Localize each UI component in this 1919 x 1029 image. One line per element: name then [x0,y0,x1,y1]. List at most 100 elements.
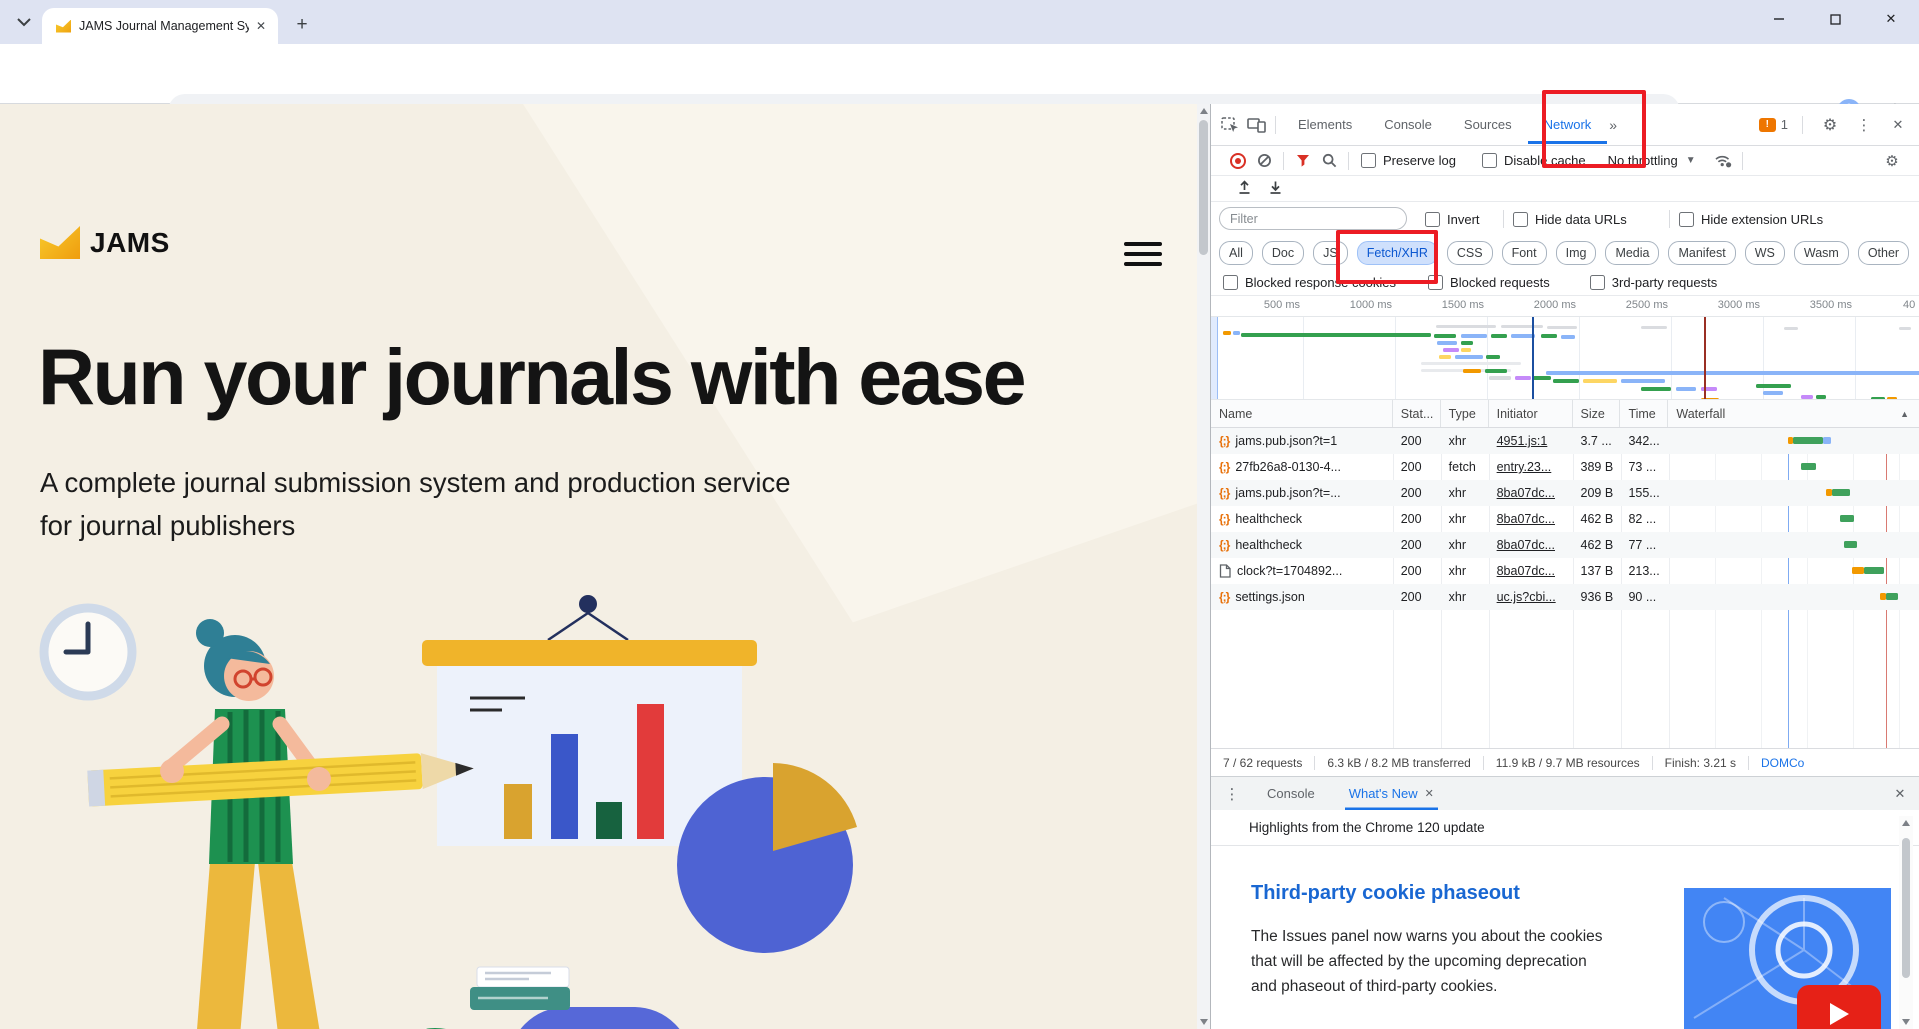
filter-chip-wasm[interactable]: Wasm [1794,241,1849,265]
initiator-link[interactable]: 4951.js:1 [1497,434,1548,448]
filter-chip-manifest[interactable]: Manifest [1668,241,1735,265]
filter-toggle-button[interactable] [1290,148,1316,174]
devtools-tab-sources[interactable]: Sources [1448,105,1528,144]
scroll-up-icon[interactable] [1899,816,1913,830]
drawer-scrollbar-thumb[interactable] [1902,838,1910,978]
option-checkbox-2[interactable]: 3rd-party requests [1590,275,1718,290]
drawer-close-button[interactable]: ✕ [1887,781,1913,807]
column-header-name[interactable]: Name [1211,400,1393,427]
export-har-button[interactable] [1268,180,1283,198]
initiator-link[interactable]: uc.js?cbi... [1497,590,1556,604]
column-header-time[interactable]: Time [1620,400,1668,427]
more-tabs-icon[interactable]: » [1609,117,1617,133]
preserve-log-checkbox[interactable]: Preserve log [1361,153,1456,168]
summary-segment-4[interactable]: DOMCo [1749,756,1816,770]
disable-cache-checkbox[interactable]: Disable cache [1482,153,1586,168]
devtools-close-button[interactable]: ✕ [1885,112,1911,138]
books-illustration [470,967,570,1010]
filter-chip-all[interactable]: All [1219,241,1253,265]
type-cell: fetch [1441,454,1489,480]
filter-chip-font[interactable]: Font [1502,241,1547,265]
initiator-link[interactable]: entry.23... [1497,460,1552,474]
tab-search-button[interactable] [10,8,38,36]
filter-chip-fetch-xhr[interactable]: Fetch/XHR [1357,241,1438,265]
devtools-tab-console[interactable]: Console [1368,105,1448,144]
window-minimize-button[interactable] [1751,0,1807,38]
youtube-play-button[interactable] [1797,985,1881,1029]
hide-data-urls-checkbox[interactable]: Hide data URLs [1513,212,1627,227]
table-row[interactable]: {;}healthcheck200xhr8ba07dc...462 B77 ..… [1211,532,1919,558]
drawer-menu-button[interactable]: ⋮ [1219,781,1245,807]
window-close-button[interactable]: ✕ [1863,0,1919,38]
initiator-link[interactable]: 8ba07dc... [1497,564,1555,578]
filter-chip-other[interactable]: Other [1858,241,1909,265]
page-scrollbar[interactable] [1197,104,1210,1029]
clear-network-log-button[interactable] [1251,148,1277,174]
initiator-link[interactable]: 8ba07dc... [1497,486,1555,500]
scroll-down-icon[interactable] [1197,1015,1210,1029]
network-overview[interactable] [1211,316,1919,400]
network-settings-button[interactable]: ⚙ [1879,148,1905,174]
hero-subtitle-line2: for journal publishers [40,505,791,548]
scroll-up-icon[interactable] [1197,104,1210,118]
column-header-stat[interactable]: Stat... [1393,400,1441,427]
drawer-scrollbar[interactable] [1899,816,1913,1029]
page-scrollbar-thumb[interactable] [1199,120,1208,255]
column-header-type[interactable]: Type [1441,400,1489,427]
initiator-link[interactable]: 8ba07dc... [1497,538,1555,552]
screen: JAMS Journal Management Syst ✕ + ✕ [0,0,1919,1029]
browser-tab[interactable]: JAMS Journal Management Syst ✕ [42,8,278,44]
throttling-dropdown[interactable]: No throttling ▼ [1608,153,1696,168]
site-logo[interactable]: JAMS [40,226,170,259]
table-row[interactable]: clock?t=1704892...200xhr8ba07dc...137 B2… [1211,558,1919,584]
option-checkbox-1[interactable]: Blocked requests [1428,275,1550,290]
table-row[interactable]: {;}jams.pub.json?t=1200xhr4951.js:13.7 .… [1211,428,1919,454]
initiator-cell: entry.23... [1489,454,1573,480]
filter-input[interactable] [1219,207,1407,230]
tab-close-icon[interactable]: ✕ [1425,787,1434,800]
column-header-initiator[interactable]: Initiator [1489,400,1573,427]
hide-extension-urls-checkbox[interactable]: Hide extension URLs [1679,212,1823,227]
record-network-log-button[interactable] [1225,148,1251,174]
invert-checkbox[interactable]: Invert [1425,212,1480,227]
devtools-menu-button[interactable]: ⋮ [1851,112,1877,138]
filter-chip-doc[interactable]: Doc [1262,241,1304,265]
devtools-settings-button[interactable]: ⚙ [1817,112,1843,138]
search-network-button[interactable] [1316,148,1342,174]
page-menu-button[interactable] [1124,242,1162,266]
issues-badge[interactable]: ! 1 [1759,117,1788,132]
whats-new-article-title[interactable]: Third-party cookie phaseout [1251,882,1520,905]
table-row[interactable]: {;}healthcheck200xhr8ba07dc...462 B82 ..… [1211,506,1919,532]
filter-chip-media[interactable]: Media [1605,241,1659,265]
drawer-tab-console[interactable]: Console [1263,777,1319,810]
devtools-tab-network[interactable]: Network [1528,105,1608,144]
overview-bar [1223,331,1231,335]
column-header-waterfall[interactable]: Waterfall▲ [1668,400,1919,427]
table-row[interactable]: {;}jams.pub.json?t=...200xhr8ba07dc...20… [1211,480,1919,506]
scroll-down-icon[interactable] [1899,1015,1913,1029]
window-maximize-button[interactable] [1807,0,1863,38]
whats-new-video-thumbnail[interactable] [1684,888,1891,1029]
initiator-link[interactable]: 8ba07dc... [1497,512,1555,526]
filter-chip-css[interactable]: CSS [1447,241,1493,265]
drawer-tab-what-s-new[interactable]: What's New✕ [1345,777,1438,810]
network-conditions-button[interactable] [1710,148,1736,174]
option-checkbox-0[interactable]: Blocked response cookies [1223,275,1396,290]
inspect-element-button[interactable] [1217,112,1243,138]
column-header-size[interactable]: Size [1573,400,1621,427]
summary-segment-0: 7 / 62 requests [1211,756,1315,770]
filter-chip-js[interactable]: JS [1313,241,1348,265]
record-icon [1230,153,1246,169]
filter-chip-ws[interactable]: WS [1745,241,1785,265]
devtools-tab-elements[interactable]: Elements [1282,105,1368,144]
import-har-button[interactable] [1237,180,1252,198]
table-row[interactable]: {;}27fb26a8-0130-4...200fetchentry.23...… [1211,454,1919,480]
new-tab-button[interactable]: + [288,11,316,39]
ruler-tick: 2000 ms [1534,299,1576,311]
overview-bar [1547,326,1577,329]
tab-close-icon[interactable]: ✕ [252,17,270,35]
json-icon: {;} [1219,486,1229,500]
device-toolbar-button[interactable] [1243,112,1269,138]
table-row[interactable]: {;}settings.json200xhruc.js?cbi...936 B9… [1211,584,1919,610]
filter-chip-img[interactable]: Img [1556,241,1597,265]
